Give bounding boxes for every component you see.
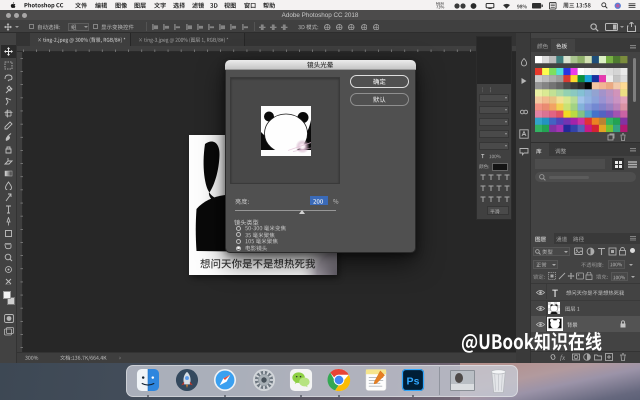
svg-text:Ps: Ps [406, 375, 419, 387]
